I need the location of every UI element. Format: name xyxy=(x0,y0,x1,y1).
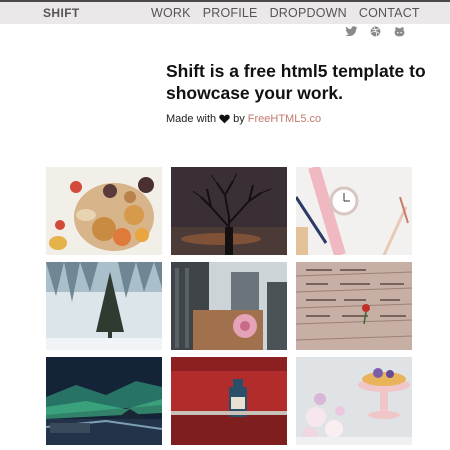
gallery-item-cake[interactable] xyxy=(296,357,412,445)
top-navbar: SHIFT WORK PROFILE DROPDOWN CONTACT xyxy=(0,0,450,24)
bottle-photo xyxy=(171,357,287,445)
watch-photo xyxy=(296,167,412,255)
logo[interactable]: SHIFT xyxy=(43,6,80,20)
gallery-item-pine-reflection[interactable] xyxy=(46,262,162,350)
wall-photo xyxy=(296,262,412,350)
made-with-credit: Made with by FreeHTML5.co xyxy=(166,113,321,125)
nav-dropdown[interactable]: DROPDOWN xyxy=(270,6,347,20)
cake-photo xyxy=(296,357,412,445)
gallery-item-aurora[interactable] xyxy=(46,357,162,445)
city-photo xyxy=(171,262,287,350)
gallery-item-memorial-wall[interactable] xyxy=(296,262,412,350)
main-nav: WORK PROFILE DROPDOWN CONTACT xyxy=(151,6,420,20)
by-label: by xyxy=(233,113,245,125)
nav-contact[interactable]: CONTACT xyxy=(359,6,420,20)
dribbble-icon[interactable] xyxy=(369,26,382,37)
pine-photo xyxy=(46,262,162,350)
social-links xyxy=(345,26,406,37)
gallery-item-tree-night[interactable] xyxy=(171,167,287,255)
gallery-item-bottle[interactable] xyxy=(171,357,287,445)
heart-icon xyxy=(219,114,230,124)
gallery-item-city-rose[interactable] xyxy=(171,262,287,350)
aurora-photo xyxy=(46,357,162,445)
hero-title: Shift is a free html5 template to showca… xyxy=(166,61,426,103)
nav-work[interactable]: WORK xyxy=(151,6,191,20)
food-photo xyxy=(46,167,162,255)
github-icon[interactable] xyxy=(393,26,406,37)
gallery-item-food[interactable] xyxy=(46,167,162,255)
nav-profile[interactable]: PROFILE xyxy=(203,6,258,20)
tree-photo xyxy=(171,167,287,255)
twitter-icon[interactable] xyxy=(345,26,358,37)
gallery-item-watch[interactable] xyxy=(296,167,412,255)
made-with-label: Made with xyxy=(166,113,217,125)
freehtml5-link[interactable]: FreeHTML5.co xyxy=(248,113,321,125)
